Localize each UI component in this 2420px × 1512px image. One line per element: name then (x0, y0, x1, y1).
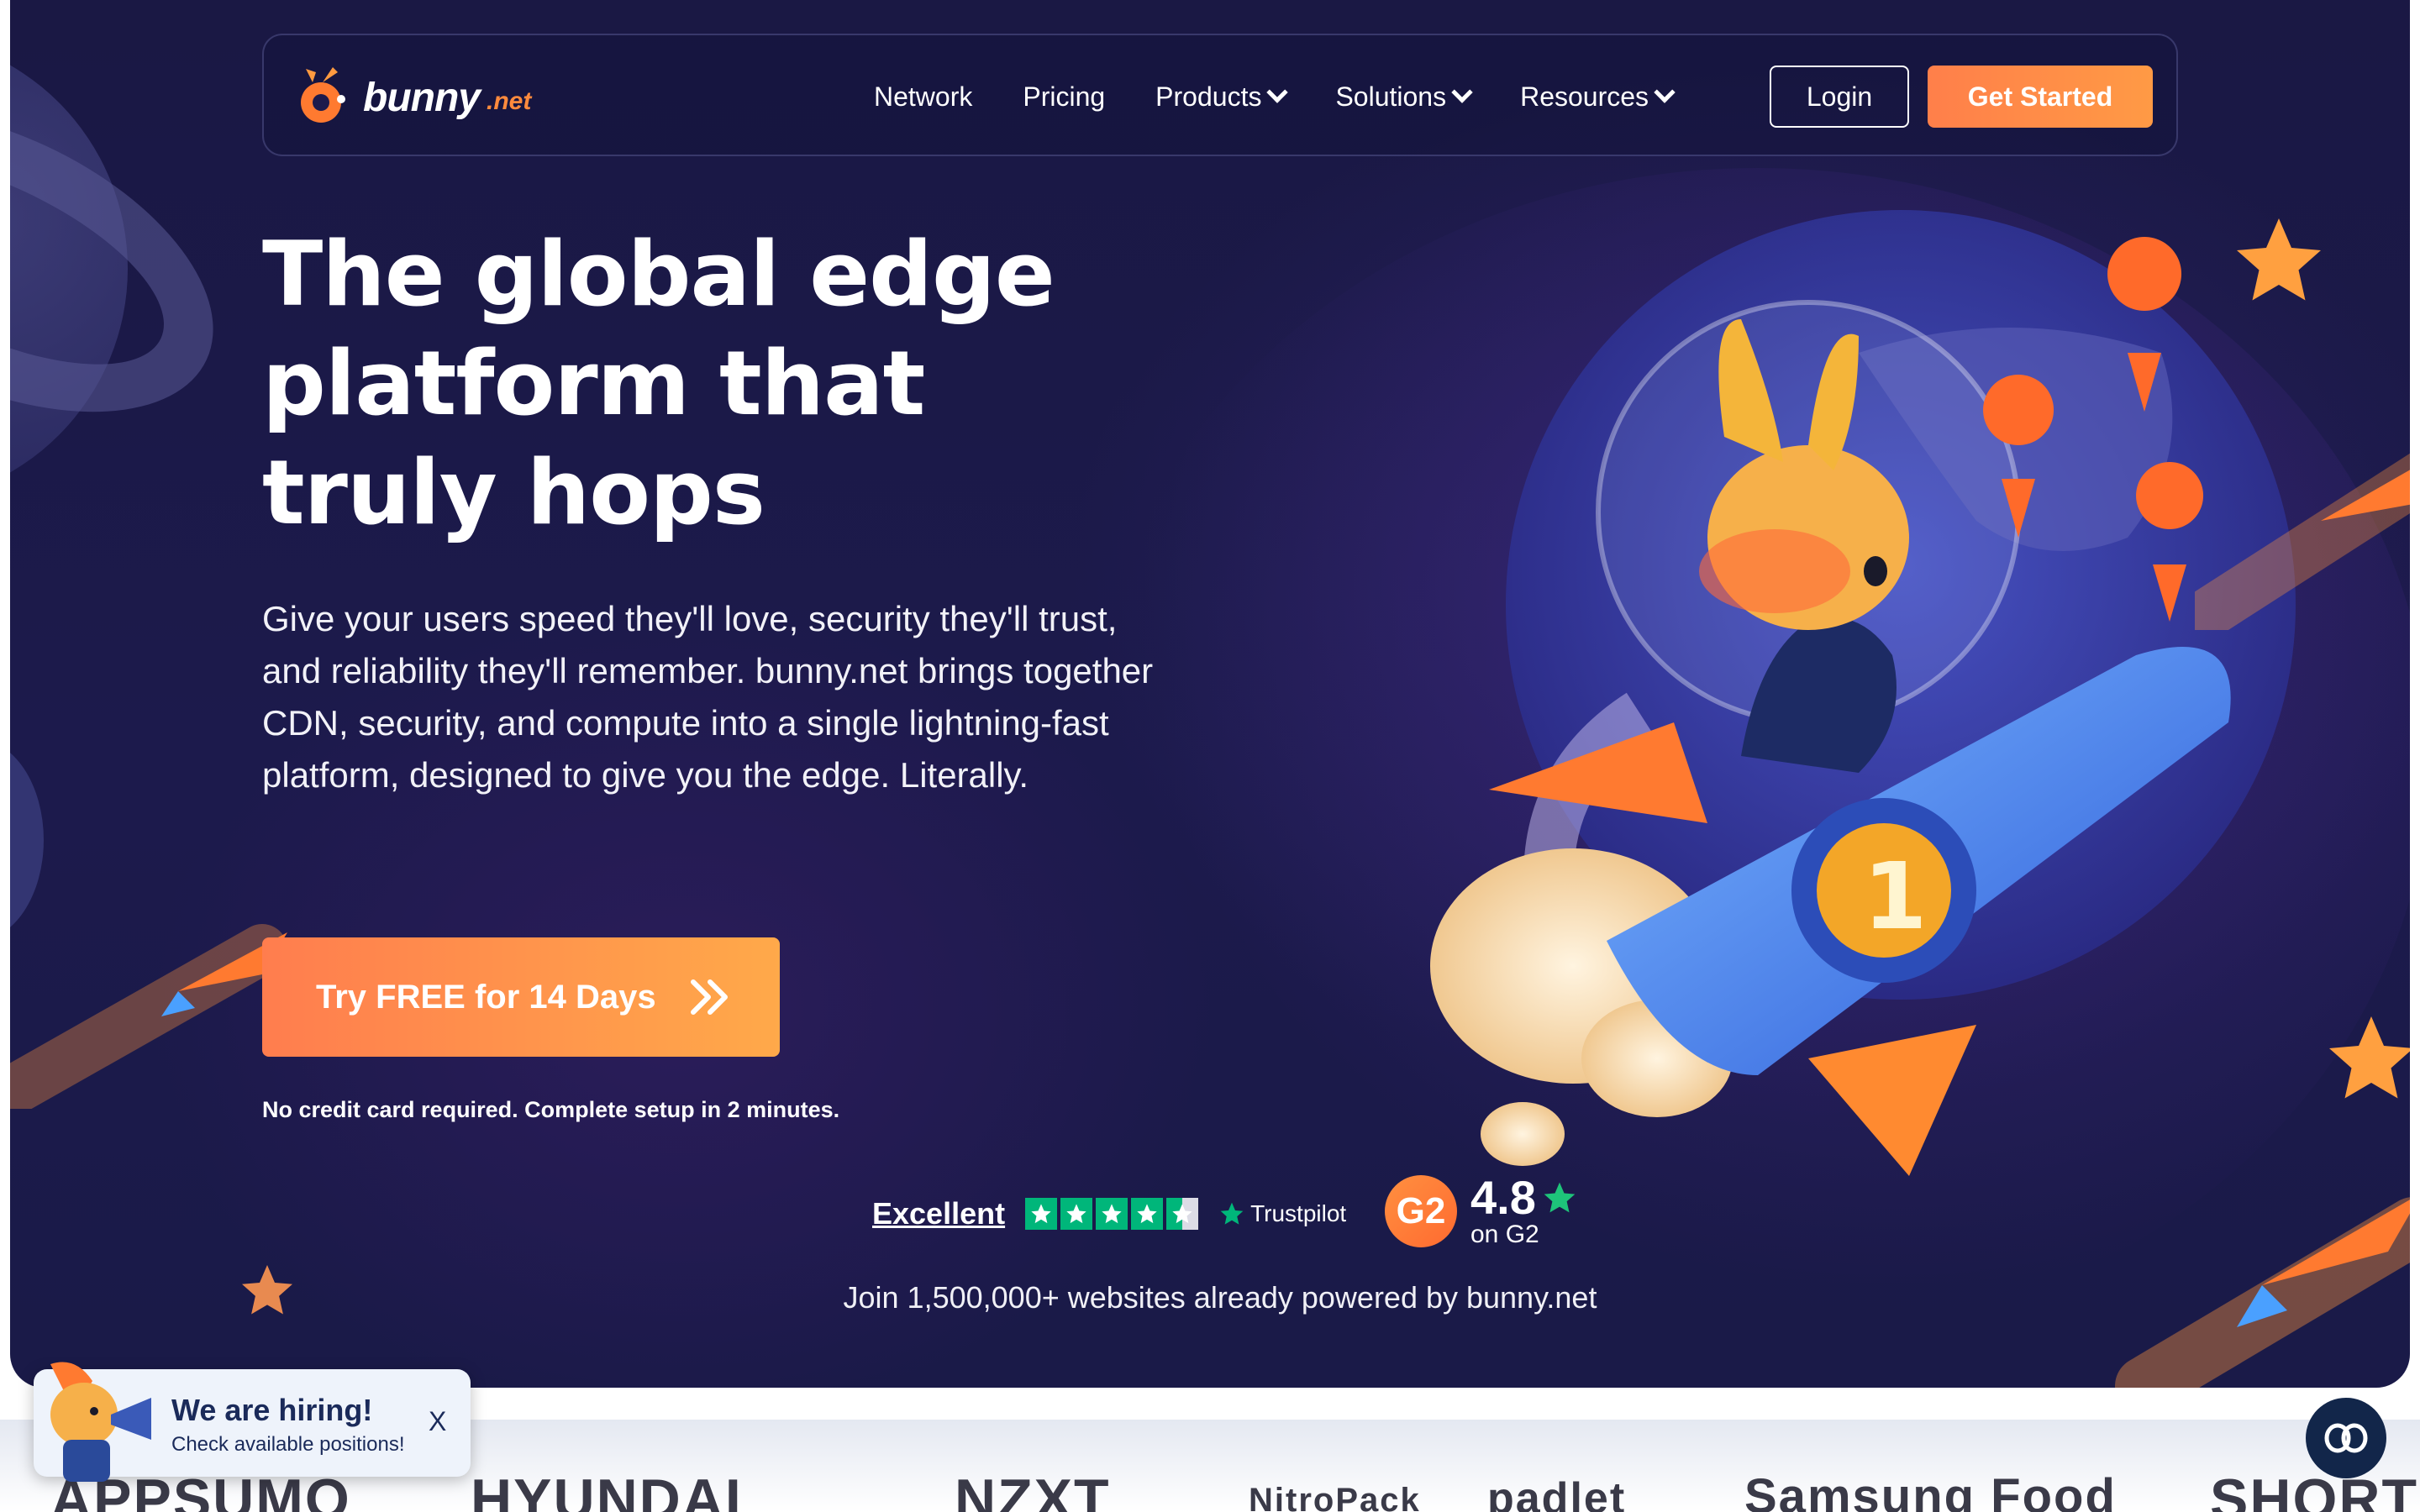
svg-text:1: 1 (1863, 843, 1928, 950)
star-decoration (2329, 1016, 2410, 1099)
g2-on-label: on G2 (1470, 1221, 1539, 1248)
customer-logo-short: SHORT (2210, 1467, 2418, 1512)
double-chevron-right-icon (690, 979, 730, 1016)
hero-section: 1 bunny .net Network Pricing Products So… (10, 0, 2410, 1388)
g2-score-value: 4.8 (1470, 1171, 1536, 1224)
nav-link-label: Pricing (1023, 81, 1106, 112)
close-icon[interactable]: X (429, 1406, 446, 1437)
customer-logo-samsung-food: Samsung Food (1744, 1469, 2117, 1512)
star-decoration (2237, 218, 2321, 301)
star-icon (1544, 1182, 1576, 1213)
hero-headline: The global edge platform that truly hops (262, 220, 1102, 548)
logo-suffix: .net (486, 87, 532, 115)
carrot-rocket-illustration (2195, 453, 2410, 630)
hero-description: Give your users speed they'll love, secu… (262, 599, 1154, 795)
try-free-button[interactable]: Try FREE for 14 Days (262, 937, 780, 1057)
nav-link-network[interactable]: Network (874, 81, 972, 113)
nav-link-pricing[interactable]: Pricing (1023, 81, 1105, 113)
star-icon (1025, 1198, 1058, 1230)
nav-links: Network Pricing Products Solutions Resou… (874, 35, 1723, 158)
bunny-megaphone-avatar (50, 1362, 151, 1482)
headline-line: truly hops (262, 441, 765, 544)
nav-link-products[interactable]: Products (1155, 81, 1289, 113)
trustpilot-label: Excellent (872, 1196, 1006, 1231)
bunny-rocket-illustration: 1 (1430, 210, 2296, 1176)
headline-line: platform that (262, 332, 925, 435)
customer-logo-nitropack: NitroPack (1249, 1482, 1421, 1512)
customer-logo-padlet: padlet (1487, 1474, 1627, 1512)
trustpilot-star-icon (1220, 1202, 1244, 1225)
nav-link-resources[interactable]: Resources (1520, 81, 1676, 113)
trustpilot-stars (1025, 1198, 1199, 1230)
top-navigation: bunny .net Network Pricing Products Solut… (262, 34, 2178, 156)
headline-line: The global edge (262, 223, 1055, 326)
hiring-subtitle: Check available positions! (171, 1433, 405, 1456)
bunny-logo-icon (301, 67, 345, 123)
chevron-down-icon (1654, 81, 1676, 103)
nav-link-label: Network (874, 81, 973, 112)
login-button[interactable]: Login (1770, 66, 1909, 128)
star-icon (1096, 1198, 1128, 1230)
g2-score: 4.8 (1470, 1174, 1578, 1221)
chat-button[interactable] (2306, 1398, 2386, 1478)
hiring-title: We are hiring! (171, 1393, 373, 1427)
logo-text: bunny (363, 75, 481, 120)
half-star-icon (1166, 1198, 1199, 1230)
chat-icon (2324, 1423, 2368, 1453)
chevron-down-icon (1451, 81, 1473, 103)
carrot-rocket-illustration (2115, 1197, 2410, 1388)
nav-link-label: Resources (1520, 81, 1649, 112)
customer-logo-nzxt: NZXT (955, 1467, 1111, 1512)
g2-score-block: 4.8 on G2 (1470, 1174, 1578, 1248)
trustpilot-rating[interactable]: Excellent Trustpilot (872, 1176, 1346, 1252)
cta-label: Try FREE for 14 Days (316, 978, 656, 1016)
cta-note: No credit card required. Complete setup … (262, 1097, 840, 1122)
star-icon (1131, 1198, 1164, 1230)
nav-link-label: Solutions (1335, 81, 1447, 112)
social-proof-text: Join 1,500,000+ websites already powered… (843, 1280, 1597, 1315)
get-started-button[interactable]: Get Started (1928, 66, 2153, 128)
nav-link-label: Products (1155, 81, 1262, 112)
star-icon (1060, 1198, 1093, 1230)
nav-link-solutions[interactable]: Solutions (1335, 81, 1473, 113)
hiring-popup[interactable]: We are hiring! Check available positions… (34, 1362, 471, 1482)
trustpilot-brand: Trustpilot (1218, 1200, 1346, 1227)
g2-rating[interactable]: G2 4.8 on G2 (1385, 1174, 1578, 1248)
g2-logo-icon: G2 (1385, 1175, 1457, 1247)
bunny-logo[interactable]: bunny .net (289, 62, 531, 133)
trustpilot-brand-label: Trustpilot (1250, 1200, 1347, 1226)
chevron-down-icon (1266, 81, 1289, 103)
customer-logo-hyundai: HYUNDAI (471, 1467, 743, 1512)
